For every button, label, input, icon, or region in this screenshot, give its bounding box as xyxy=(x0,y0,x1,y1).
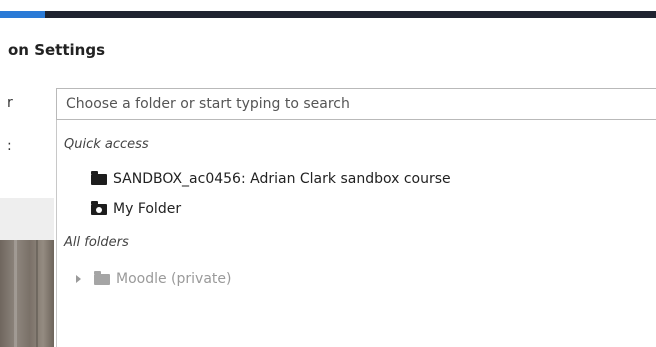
folder-icon xyxy=(91,170,107,185)
chevron-right-icon[interactable] xyxy=(76,275,82,283)
top-bar xyxy=(0,0,656,18)
all-folders-item-moodle[interactable]: Moodle (private) xyxy=(76,270,232,287)
type-label-fragment: : xyxy=(7,138,12,154)
top-bar-strip xyxy=(0,11,656,18)
all-folders-heading: All folders xyxy=(64,235,129,250)
quick-access-heading: Quick access xyxy=(64,137,149,152)
folder-dropdown: Quick access SANDBOX_ac0456: Adrian Clar… xyxy=(56,120,656,347)
user-folder-icon xyxy=(91,200,107,215)
quick-access-item-sandbox[interactable]: SANDBOX_ac0456: Adrian Clark sandbox cou… xyxy=(91,170,451,187)
page-title: on Settings xyxy=(8,41,106,59)
quick-access-item-label: SANDBOX_ac0456: Adrian Clark sandbox cou… xyxy=(113,171,451,187)
quick-access-item-my-folder[interactable]: My Folder xyxy=(91,200,182,217)
background-photo xyxy=(0,240,54,347)
top-bar-accent xyxy=(0,11,45,18)
folder-settings-panel: on Settings r : Quick access SANDBOX_ac0… xyxy=(0,0,656,347)
all-folders-item-label: Moodle (private) xyxy=(116,271,232,287)
background-band xyxy=(0,198,54,240)
folder-label-fragment: r xyxy=(7,95,13,111)
folder-icon xyxy=(94,270,110,285)
folder-search-input[interactable] xyxy=(56,88,656,120)
quick-access-item-label: My Folder xyxy=(113,201,182,217)
